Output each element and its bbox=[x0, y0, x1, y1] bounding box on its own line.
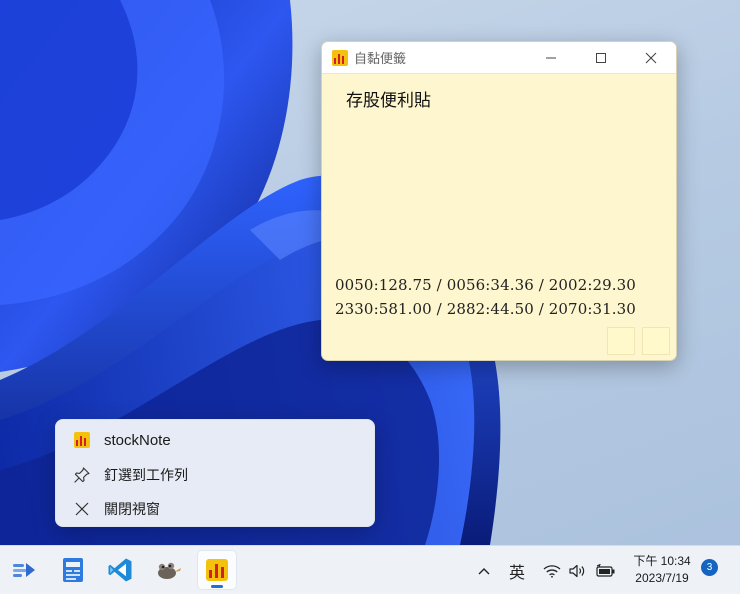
note-action-button[interactable] bbox=[642, 327, 670, 355]
wifi-icon bbox=[543, 564, 561, 578]
gimp-icon bbox=[158, 562, 181, 579]
jump-list-label: 關閉視窗 bbox=[104, 502, 160, 518]
close-icon bbox=[72, 499, 92, 519]
maximize-button[interactable] bbox=[576, 42, 626, 74]
stocknote-app-icon bbox=[332, 49, 348, 66]
note-titlebar[interactable]: 自黏便籤 bbox=[322, 42, 676, 74]
network-button[interactable] bbox=[540, 546, 564, 594]
ime-label: 英 bbox=[508, 562, 525, 582]
note-action-button[interactable] bbox=[607, 327, 635, 355]
stocknote-app-icon bbox=[72, 430, 92, 450]
minimize-icon bbox=[546, 57, 556, 58]
volume-icon bbox=[569, 564, 585, 577]
jump-list-label: stockNote bbox=[104, 431, 171, 449]
battery-icon bbox=[596, 563, 615, 577]
note-window-title: 自黏便籤 bbox=[354, 51, 407, 66]
volume-button[interactable] bbox=[566, 546, 590, 594]
minimize-button[interactable] bbox=[526, 42, 576, 74]
pin-icon bbox=[72, 465, 92, 485]
battery-button[interactable] bbox=[592, 546, 618, 594]
active-app-indicator bbox=[211, 585, 223, 588]
stock-quote-line: 2330:581.00 / 2882:44.50 / 2070:31.30 bbox=[335, 300, 636, 318]
news-app-icon bbox=[63, 558, 83, 582]
stocknote-app-icon bbox=[206, 559, 228, 581]
taskbar-clock[interactable]: 下午 10:34 2023/7/19 bbox=[626, 553, 698, 587]
taskbar-app-bluesky[interactable] bbox=[4, 550, 44, 590]
sticky-note-window[interactable]: 自黏便籤 存股便利貼 0050:128.75 / 0056:34.36 / 20… bbox=[321, 41, 677, 361]
taskbar: 英 下午 10:34 2023/7/19 bbox=[0, 545, 740, 594]
input-method-indicator[interactable]: 英 bbox=[504, 546, 530, 594]
taskbar-jump-list: stockNote 釘選到工作列 關閉視窗 bbox=[55, 419, 375, 527]
stock-quote-line: 0050:128.75 / 0056:34.36 / 2002:29.30 bbox=[335, 276, 636, 294]
taskbar-app-gimp[interactable] bbox=[148, 550, 188, 590]
show-hidden-icons-button[interactable] bbox=[472, 546, 496, 594]
close-icon bbox=[645, 52, 657, 63]
jump-list-item-pin[interactable]: 釘選到工作列 bbox=[56, 458, 376, 492]
taskbar-app-stocknote[interactable] bbox=[197, 550, 237, 590]
close-button[interactable] bbox=[626, 42, 676, 74]
clock-date: 2023/7/19 bbox=[635, 571, 689, 585]
clock-time: 下午 10:34 bbox=[633, 554, 691, 568]
maximize-icon bbox=[596, 52, 606, 63]
taskbar-app-news[interactable] bbox=[53, 550, 93, 590]
jump-list-label: 釘選到工作列 bbox=[104, 468, 188, 484]
jump-list-item-close[interactable]: 關閉視窗 bbox=[56, 492, 376, 526]
vscode-icon bbox=[108, 558, 132, 582]
bluesky-app-icon bbox=[13, 563, 35, 577]
taskbar-app-vscode[interactable] bbox=[100, 550, 140, 590]
jump-list-item-app[interactable]: stockNote bbox=[56, 423, 376, 457]
chevron-up-icon bbox=[478, 567, 490, 574]
notification-badge[interactable]: 3 bbox=[701, 559, 718, 576]
note-heading: 存股便利貼 bbox=[346, 91, 431, 111]
window-controls bbox=[526, 42, 676, 74]
